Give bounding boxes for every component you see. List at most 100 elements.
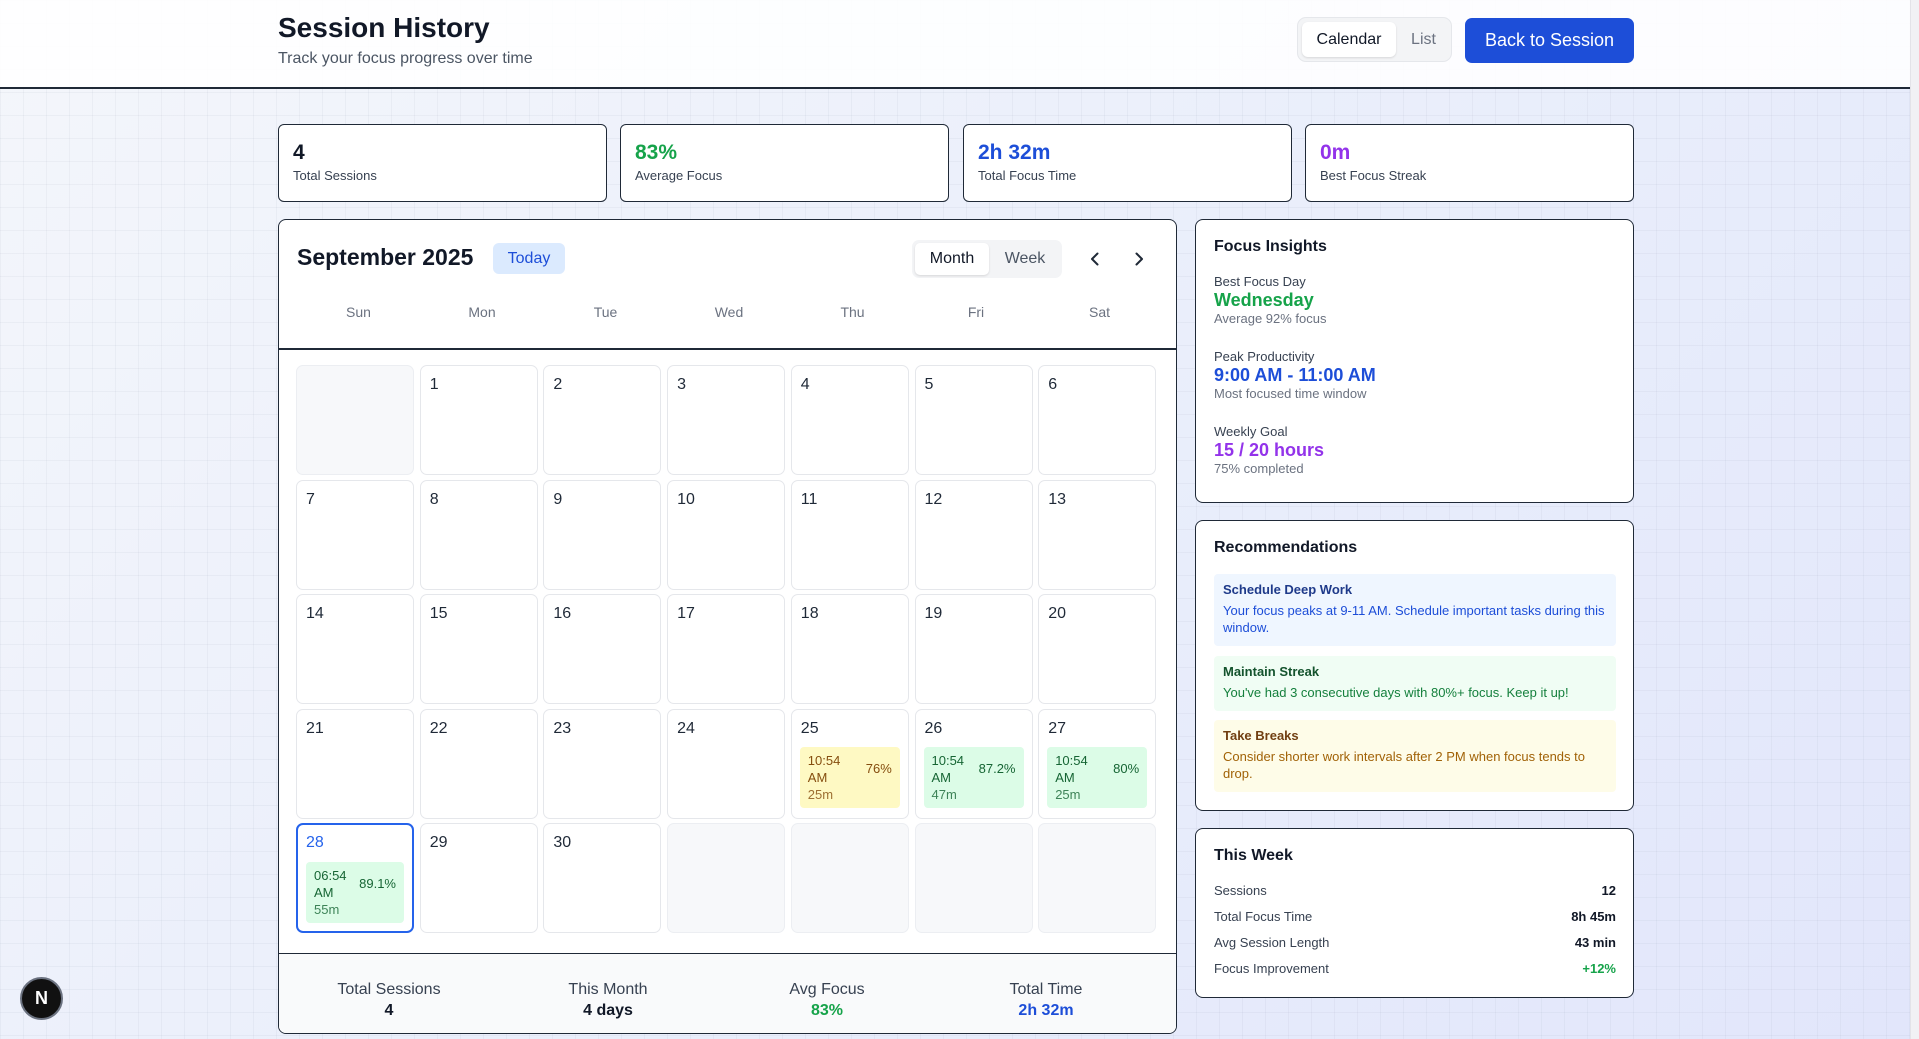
stat-card-best-focus-streak: 0m Best Focus Streak [1305, 124, 1634, 202]
day-cell-15[interactable]: 15 [419, 594, 538, 704]
day-cell-5[interactable]: 5 [914, 365, 1033, 475]
previous-month-button[interactable] [1080, 244, 1110, 274]
day-cell-16[interactable]: 16 [543, 594, 662, 704]
rec-title-0: Schedule Deep Work [1223, 582, 1353, 597]
day-number: 24 [677, 719, 695, 737]
stat-label: Best Focus Streak [1320, 168, 1427, 183]
session-time: 10:54 AM [931, 752, 965, 785]
day-cell-6[interactable]: 6 [1038, 365, 1157, 475]
day-number: 8 [429, 490, 439, 508]
day-cell-23[interactable]: 23 [543, 708, 662, 819]
day-cell-7[interactable]: 7 [296, 479, 414, 590]
rec-text-1: You've had 3 consecutive days with 80%+ … [1223, 685, 1569, 700]
today-button[interactable]: Today [493, 243, 565, 274]
stat-label: Average Focus [635, 168, 723, 183]
session-chip[interactable]: 06:54 AM 89.1% 55m [306, 862, 404, 923]
footer-value-0: 4 [384, 1002, 394, 1019]
day-cell-28[interactable]: 28 06:54 AM 89.1% 55m [296, 823, 414, 933]
day-cell-24[interactable]: 24 [667, 708, 786, 819]
day-cell-2[interactable]: 2 [543, 365, 662, 475]
calendar-view-button[interactable]: Calendar [1302, 22, 1396, 57]
day-cell-17[interactable]: 17 [667, 594, 786, 704]
day-cell-12[interactable]: 12 [914, 479, 1033, 590]
day-cell-29[interactable]: 29 [419, 823, 538, 933]
session-chip[interactable]: 10:54 AM 76% 25m [799, 746, 900, 808]
this-week-panel: This Week Sessions 12 Total Focus Time 8… [1195, 828, 1634, 998]
session-focus-pct: 80% [1113, 760, 1140, 776]
calendar-panel: September 2025 Today Month Week Sun Mon Tu… [278, 219, 1177, 1034]
day-cell-1[interactable]: 1 [419, 365, 538, 475]
session-chip[interactable]: 10:54 AM 87.2% 47m [923, 746, 1024, 808]
weekday-label: Sun [346, 304, 371, 320]
stat-label: Total Focus Time [978, 168, 1077, 183]
day-cell-13[interactable]: 13 [1038, 479, 1157, 590]
day-number: 9 [553, 490, 563, 508]
session-duration: 25m [807, 786, 834, 802]
page-scrollbar[interactable] [1910, 0, 1919, 1039]
chevron-left-icon [1091, 252, 1099, 266]
session-chip[interactable]: 10:54 AM 80% 25m [1047, 746, 1148, 808]
day-cell-4[interactable]: 4 [790, 365, 909, 475]
day-number: 7 [306, 490, 315, 508]
header-divider [279, 348, 1176, 350]
day-number: 17 [677, 605, 695, 622]
day-number: 25 [800, 719, 819, 737]
next-dev-indicator-badge[interactable]: N [20, 977, 63, 1020]
day-cell-30[interactable]: 30 [543, 823, 662, 933]
day-cell-9[interactable]: 9 [543, 479, 662, 590]
insight-best-focus-day: Best Focus Day Wednesday Average 92% foc… [1214, 274, 1327, 326]
list-view-button[interactable]: List [1400, 22, 1447, 57]
day-cell-11[interactable]: 11 [790, 479, 909, 590]
day-cell-27[interactable]: 27 10:54 AM 80% 25m [1038, 708, 1157, 819]
week-view-button[interactable]: Week [993, 243, 1057, 275]
stat-card-total-sessions: 4 Total Sessions [278, 124, 607, 202]
page-subtitle: Track your focus progress over time [278, 50, 533, 67]
day-number: 4 [800, 376, 810, 393]
day-cell-18[interactable]: 18 [790, 594, 909, 704]
page-title: Session History [278, 12, 490, 43]
day-cell-8[interactable]: 8 [419, 479, 538, 590]
day-number: 27 [1048, 719, 1066, 737]
day-number: 26 [924, 719, 943, 737]
day-cell-empty [296, 365, 414, 475]
day-number: 30 [553, 834, 572, 851]
day-number: 16 [553, 605, 572, 622]
day-cell-19[interactable]: 19 [914, 594, 1033, 704]
day-number: 3 [677, 376, 686, 393]
insight-value-2: 15 / 20 hours [1214, 440, 1325, 460]
day-number: 20 [1048, 605, 1066, 622]
back-to-session-button[interactable]: Back to Session [1465, 18, 1634, 63]
month-view-button[interactable]: Month [915, 243, 989, 275]
week-row-focus-improvement: Focus Improvement +12% [1214, 961, 1616, 976]
day-cell-25[interactable]: 25 10:54 AM 76% 25m [790, 708, 909, 819]
day-number: 14 [306, 605, 324, 622]
view-toggle: Calendar List [1297, 17, 1452, 62]
day-cell-3[interactable]: 3 [667, 365, 786, 475]
session-duration: 55m [314, 902, 340, 917]
recommendations-panel: Recommendations Schedule Deep Work Your … [1195, 520, 1634, 811]
weekday-label: Sat [1088, 304, 1110, 320]
rec-text-0: Your focus peaks at 9-11 AM. Schedule im… [1223, 603, 1605, 635]
week-row-total-focus-time: Total Focus Time 8h 45m [1214, 909, 1616, 924]
weekday-label: Thu [840, 304, 865, 320]
day-cell-22[interactable]: 22 [419, 708, 538, 819]
day-number: 28 [306, 834, 324, 851]
day-number: 5 [924, 376, 934, 393]
footer-total-sessions: Total Sessions 4 [279, 981, 499, 1020]
month-week-toggle: Month Week [912, 240, 1062, 278]
day-cell-14[interactable]: 14 [296, 594, 414, 704]
weekday-label: Tue [593, 304, 618, 320]
day-cell-26[interactable]: 26 10:54 AM 87.2% 47m [914, 708, 1033, 819]
day-cell-10[interactable]: 10 [667, 479, 786, 590]
insight-peak-productivity: Peak Productivity 9:00 AM - 11:00 AM Mos… [1214, 349, 1376, 401]
day-cell-20[interactable]: 20 [1038, 594, 1157, 704]
next-month-button[interactable] [1124, 244, 1154, 274]
footer-value-3: 2h 32m [1018, 1002, 1074, 1019]
footer-avg-focus: Avg Focus 83% [717, 981, 937, 1020]
session-focus-pct: 76% [865, 760, 892, 776]
day-cell-empty [667, 823, 786, 933]
day-number: 29 [429, 834, 448, 851]
day-cell-21[interactable]: 21 [296, 708, 414, 819]
week-row-avg-session-length: Avg Session Length 43 min [1214, 935, 1616, 950]
week-value-3: +12% [1582, 961, 1616, 976]
